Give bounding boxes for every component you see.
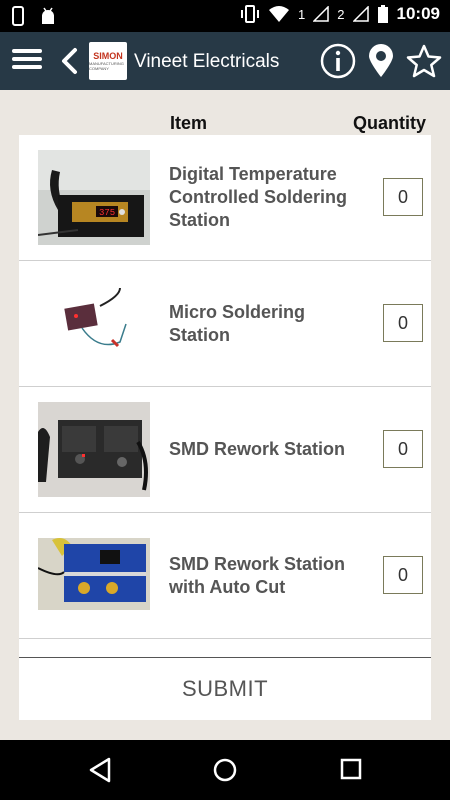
item-name: SMD Rework Station	[169, 439, 346, 459]
system-navigation-bar	[0, 740, 450, 800]
list-item: SMD Rework Station 0	[19, 387, 431, 513]
quantity-input[interactable]: 0	[383, 556, 423, 594]
app-title: Vineet Electricals	[134, 51, 280, 72]
product-image	[38, 402, 150, 497]
temperature-display-text: 375	[99, 208, 115, 218]
sim1-label: 1	[298, 6, 306, 22]
battery-icon	[377, 5, 388, 23]
nav-home-icon[interactable]	[212, 757, 238, 783]
product-list: 375 Digital Temperature Controlled Solde…	[19, 135, 431, 660]
table-header: Item Quantity	[0, 113, 450, 135]
item-name: Micro Soldering Station	[169, 301, 306, 345]
item-name: Digital Temperature Controlled Soldering…	[169, 164, 347, 230]
star-icon[interactable]	[406, 43, 442, 79]
signal-icon	[352, 6, 369, 22]
wifi-icon	[269, 6, 290, 22]
order-content: Item Quantity 375 Digital Temperature Co…	[0, 90, 450, 740]
item-column-header: Item	[170, 113, 208, 133]
product-image	[38, 276, 150, 371]
phone-notification-icon	[12, 6, 24, 26]
quantity-column-header: Quantity	[352, 113, 426, 133]
product-image	[38, 528, 150, 623]
list-item: Micro Soldering Station 0	[19, 261, 431, 387]
product-image: 375	[38, 150, 150, 245]
logo-subtext: MANUFACTURING COMPANY	[89, 61, 124, 71]
submit-button[interactable]: SUBMIT	[19, 658, 431, 720]
list-item: SMD Rework Station with Auto Cut 0	[19, 513, 431, 639]
android-debug-icon	[42, 7, 54, 24]
logo-text: SIMON	[93, 51, 123, 61]
info-icon[interactable]	[320, 43, 356, 79]
item-name: SMD Rework Station with Auto Cut	[169, 553, 346, 597]
quantity-input[interactable]: 0	[383, 430, 423, 468]
quantity-input[interactable]: 0	[383, 178, 423, 216]
location-pin-icon[interactable]	[366, 43, 396, 79]
clock: 10:09	[396, 4, 440, 23]
menu-icon[interactable]	[12, 45, 42, 77]
app-bar: SIMON MANUFACTURING COMPANY Vineet Elect…	[0, 32, 450, 90]
vibrate-icon	[241, 5, 260, 23]
company-logo: SIMON MANUFACTURING COMPANY	[89, 42, 127, 80]
nav-recents-icon[interactable]	[340, 757, 362, 781]
sim2-label: 2	[337, 6, 345, 22]
status-bar: 1 2 10:09	[0, 0, 450, 32]
list-item: 375 Digital Temperature Controlled Solde…	[19, 135, 431, 261]
quantity-input[interactable]: 0	[383, 304, 423, 342]
signal-icon	[313, 6, 330, 22]
nav-back-icon[interactable]	[88, 757, 112, 783]
back-arrow-icon[interactable]	[60, 47, 78, 75]
